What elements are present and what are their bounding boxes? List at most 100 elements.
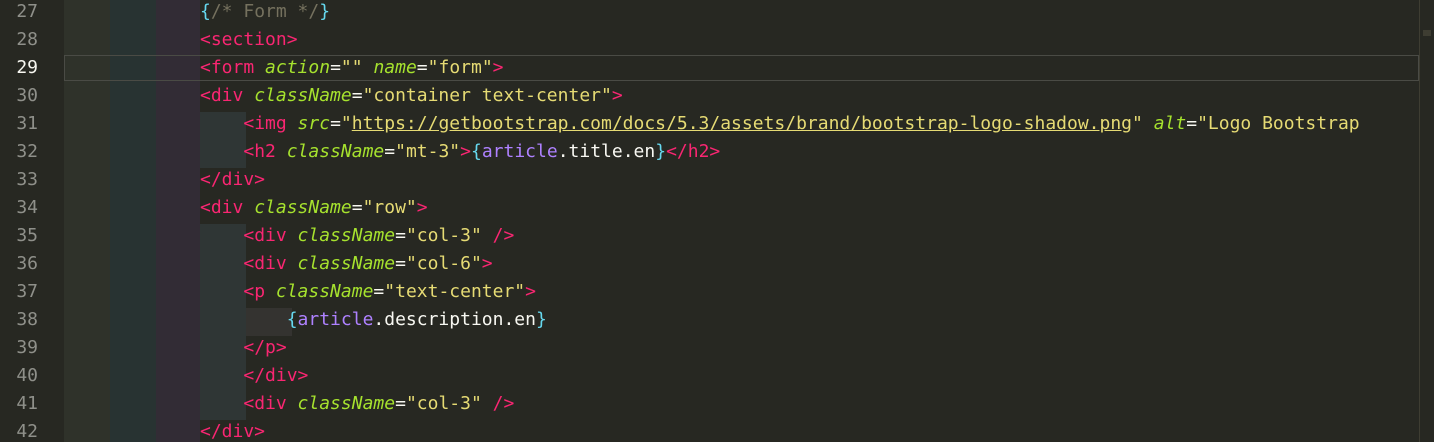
line-number[interactable]: 28 bbox=[0, 26, 38, 54]
code-text: <div className="col-3" /> bbox=[200, 390, 514, 418]
code-line[interactable]: <h2 className="mt-3">{article.title.en}<… bbox=[64, 138, 1420, 166]
line-number[interactable]: 34 bbox=[0, 194, 38, 222]
vertical-scrollbar[interactable] bbox=[1419, 0, 1434, 442]
code-token: src bbox=[297, 113, 331, 134]
line-number[interactable]: 38 bbox=[0, 306, 38, 334]
line-number[interactable]: 27 bbox=[0, 0, 38, 26]
code-line[interactable]: <form action="" name="form"> bbox=[64, 54, 1420, 82]
code-line[interactable]: <section> bbox=[64, 26, 1420, 54]
code-line[interactable]: {/* Form */} bbox=[64, 0, 1420, 26]
code-token: action bbox=[265, 57, 331, 78]
code-line[interactable]: <div className="col-6"> bbox=[64, 250, 1420, 278]
code-text: <div className="row"> bbox=[200, 194, 428, 222]
code-line[interactable]: </div> bbox=[64, 166, 1420, 194]
code-token: </div> bbox=[243, 365, 309, 386]
code-token: { bbox=[470, 141, 482, 162]
code-text: <h2 className="mt-3">{article.title.en}<… bbox=[200, 138, 720, 166]
code-token: "col-3" bbox=[405, 225, 482, 246]
code-token: } bbox=[319, 1, 331, 22]
code-line[interactable]: <p className="text-center"> bbox=[64, 278, 1420, 306]
code-line[interactable]: {article.description.en} bbox=[64, 306, 1420, 334]
code-token: name bbox=[373, 57, 417, 78]
line-number[interactable]: 39 bbox=[0, 334, 38, 362]
code-token: > bbox=[525, 281, 536, 302]
code-token: <div bbox=[200, 85, 255, 106]
code-token: className bbox=[297, 225, 396, 246]
code-token: alt bbox=[1153, 113, 1187, 134]
code-token: <p bbox=[243, 281, 276, 302]
code-text: <form action="" name="form"> bbox=[200, 54, 504, 82]
code-token: /> bbox=[481, 225, 515, 246]
code-token: https://getbootstrap.com/docs/5.3/assets… bbox=[351, 113, 1133, 134]
line-number[interactable]: 31 bbox=[0, 110, 38, 138]
code-token: className bbox=[297, 253, 396, 274]
code-token: "mt-3" bbox=[395, 141, 461, 162]
code-line[interactable]: </div> bbox=[64, 418, 1420, 442]
code-token: > bbox=[416, 197, 428, 218]
line-number[interactable]: 33 bbox=[0, 166, 38, 194]
code-token: "col-6" bbox=[405, 253, 482, 274]
code-line[interactable]: </div> bbox=[64, 362, 1420, 390]
code-token: className bbox=[254, 85, 352, 106]
code-text: <div className="col-6"> bbox=[200, 250, 492, 278]
code-token: { bbox=[286, 309, 298, 330]
line-number[interactable]: 32 bbox=[0, 138, 38, 166]
code-text: </div> bbox=[200, 362, 308, 390]
line-number[interactable]: 42 bbox=[0, 418, 38, 442]
code-line[interactable]: <div className="container text-center"> bbox=[64, 82, 1420, 110]
code-token: "row" bbox=[362, 197, 417, 218]
scrollbar-thumb[interactable] bbox=[1423, 30, 1431, 36]
code-line[interactable]: <div className="row"> bbox=[64, 194, 1420, 222]
code-line[interactable]: <img src="https://getbootstrap.com/docs/… bbox=[64, 110, 1420, 138]
code-token: .title.en bbox=[557, 141, 656, 162]
code-token: = bbox=[373, 281, 385, 302]
code-token: <div bbox=[243, 253, 298, 274]
code-line[interactable]: <div className="col-3" /> bbox=[64, 390, 1420, 418]
code-text: <section> bbox=[200, 26, 298, 54]
line-number[interactable]: 40 bbox=[0, 362, 38, 390]
code-token: article bbox=[297, 309, 374, 330]
code-token: = bbox=[395, 253, 406, 274]
code-editor[interactable]: 27 28 29 30 31 32 33 34 35 36 37 38 39 40 41 42 {/* For… bbox=[0, 0, 1434, 442]
code-token: .description.en bbox=[373, 309, 536, 330]
code-text: </div> bbox=[200, 166, 265, 194]
code-token: = bbox=[330, 113, 341, 134]
code-token: "col-3" bbox=[405, 393, 482, 414]
code-token: "" bbox=[340, 57, 363, 78]
code-token: = bbox=[384, 141, 396, 162]
code-token: <div bbox=[243, 393, 298, 414]
line-number-gutter: 27 28 29 30 31 32 33 34 35 36 37 38 39 40 41 42 bbox=[0, 0, 64, 442]
code-text: <img src="https://getbootstrap.com/docs/… bbox=[200, 110, 1360, 138]
code-token: = bbox=[395, 225, 406, 246]
line-number[interactable]: 29 bbox=[0, 54, 38, 82]
code-token: </p> bbox=[243, 337, 287, 358]
code-token: " bbox=[340, 113, 352, 134]
line-number[interactable]: 35 bbox=[0, 222, 38, 250]
code-token: "text-center" bbox=[384, 281, 526, 302]
code-line[interactable]: </p> bbox=[64, 334, 1420, 362]
code-token: className bbox=[254, 197, 352, 218]
code-token: "form" bbox=[427, 57, 493, 78]
line-number[interactable]: 36 bbox=[0, 250, 38, 278]
code-token: = bbox=[330, 57, 341, 78]
code-line[interactable]: <div className="col-3" /> bbox=[64, 222, 1420, 250]
line-number[interactable]: 30 bbox=[0, 82, 38, 110]
code-text: </div> bbox=[200, 418, 265, 442]
line-number[interactable]: 41 bbox=[0, 390, 38, 418]
code-token: </h2> bbox=[666, 141, 721, 162]
code-token: article bbox=[481, 141, 558, 162]
line-number[interactable]: 37 bbox=[0, 278, 38, 306]
code-token: "Logo Bootstrap bbox=[1197, 113, 1360, 134]
code-text: {/* Form */} bbox=[200, 0, 330, 26]
code-token: = bbox=[351, 85, 363, 106]
code-token: > bbox=[460, 141, 471, 162]
